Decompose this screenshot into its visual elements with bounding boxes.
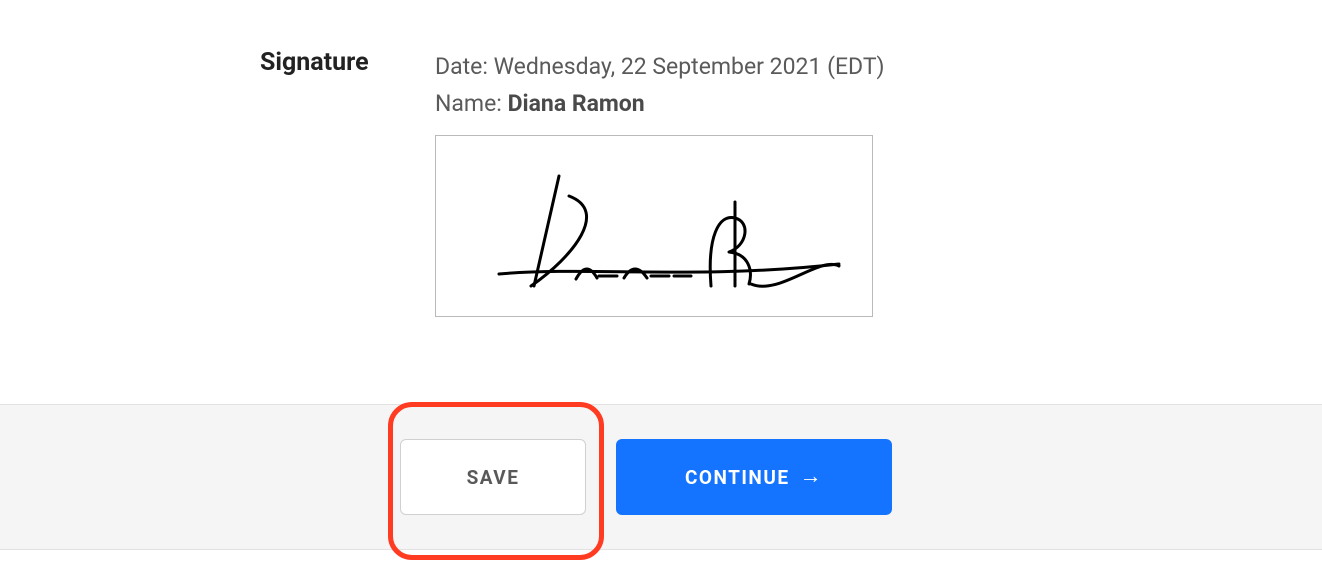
signature-body: Date: Wednesday, 22 September 2021 (EDT)… xyxy=(435,48,885,317)
signature-date-line: Date: Wednesday, 22 September 2021 (EDT) xyxy=(435,53,885,80)
signature-drawing-icon xyxy=(439,136,869,316)
save-button[interactable]: SAVE xyxy=(400,439,586,515)
signature-name-line: Name: Diana Ramon xyxy=(435,90,885,117)
arrow-right-icon: → xyxy=(800,466,824,488)
signature-canvas[interactable] xyxy=(435,135,873,317)
date-label: Date: xyxy=(435,53,488,80)
signature-section: Signature Date: Wednesday, 22 September … xyxy=(0,0,1322,317)
date-value: Wednesday, 22 September 2021 (EDT) xyxy=(494,53,885,80)
continue-label: CONTINUE xyxy=(685,466,790,489)
name-value: Diana Ramon xyxy=(508,90,645,117)
footer-bar: SAVE CONTINUE → xyxy=(0,404,1322,550)
name-label: Name: xyxy=(435,90,502,117)
continue-button[interactable]: CONTINUE → xyxy=(616,439,892,515)
signature-heading: Signature xyxy=(260,48,435,77)
